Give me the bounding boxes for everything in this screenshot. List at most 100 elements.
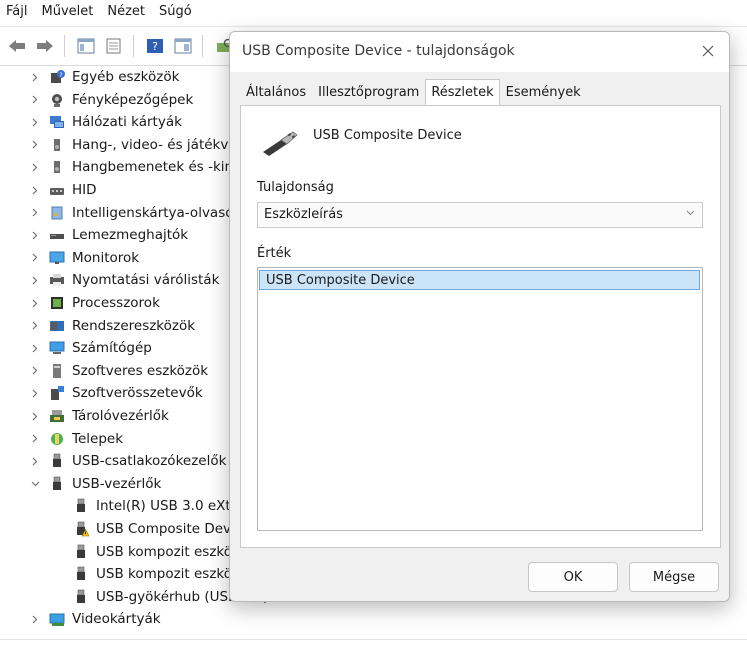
chevron-right-icon[interactable] <box>30 405 40 427</box>
tree-item-label: USB Composite Devi <box>96 521 235 537</box>
tree-child-item[interactable]: Intel(R) USB 3.0 eXter <box>72 495 245 517</box>
tab-driver[interactable]: Illesztőprogram <box>312 81 425 105</box>
tree-item-label: Hálózati kártyák <box>72 114 182 131</box>
tree-item-label: Egyéb eszközök <box>72 69 180 85</box>
tree-category-item[interactable]: Intelligenskártya-olvasó <box>32 202 234 224</box>
chevron-right-icon[interactable] <box>30 428 40 450</box>
tree-item-label: Szoftverösszetevők <box>72 385 203 402</box>
hid-icon <box>48 181 66 199</box>
tree-category-item[interactable]: Hang-, video- és játékve <box>32 134 237 156</box>
usb-icon <box>72 497 90 515</box>
menu-view[interactable]: Nézet <box>101 0 153 24</box>
tree-item-label: Nyomtatási várólisták <box>72 272 220 289</box>
usb-warning-icon <box>72 520 90 538</box>
tree-category-item[interactable]: Tárolóvezérlők <box>32 405 169 427</box>
tree-category-item[interactable]: Hangbemenetek és -kim <box>32 156 238 178</box>
tree-child-item[interactable]: USB kompozit eszköz <box>72 541 239 563</box>
dialog-title: USB Composite Device - tulajdonságok <box>242 43 515 59</box>
tree-item-label: Processzorok <box>72 295 160 311</box>
close-icon[interactable] <box>697 40 719 62</box>
chevron-right-icon[interactable] <box>30 156 40 178</box>
computer-icon <box>48 339 66 357</box>
tree-category-item[interactable]: HID <box>32 179 97 201</box>
chevron-right-icon[interactable] <box>30 360 40 382</box>
value-listbox[interactable]: USB Composite Device <box>257 267 703 531</box>
tree-category-item[interactable]: Szoftveres eszközök <box>32 360 208 382</box>
battery-icon <box>48 430 66 448</box>
tab-details[interactable]: Részletek <box>425 79 500 106</box>
help-icon[interactable]: ? <box>144 35 166 57</box>
menu-action[interactable]: Művelet <box>35 0 101 24</box>
tree-child-item[interactable]: USB kompozit eszköz <box>72 563 239 585</box>
tree-category-item[interactable]: Lemezmeghajtók <box>32 224 189 246</box>
tree-category-item[interactable]: Processzorok <box>32 292 160 314</box>
tree-category-item[interactable]: Fényképezőgépek <box>32 89 193 111</box>
back-arrow-icon[interactable] <box>6 35 28 57</box>
tree-category-item[interactable]: Hálózati kártyák <box>32 111 182 133</box>
chevron-right-icon[interactable] <box>30 134 40 156</box>
chevron-right-icon[interactable] <box>30 608 40 630</box>
disk-drive-icon <box>48 226 66 244</box>
menu-bar: Fájl Művelet Nézet Súgó <box>0 0 747 24</box>
device-name: USB Composite Device <box>313 128 462 143</box>
chevron-right-icon[interactable] <box>30 315 40 337</box>
tree-category-item[interactable]: Telepek <box>32 428 124 450</box>
tab-events[interactable]: Események <box>500 81 587 105</box>
display-adapter-icon <box>48 610 66 628</box>
menu-file[interactable]: Fájl <box>0 0 35 24</box>
tree-child-item[interactable]: USB Composite Devi <box>72 518 235 540</box>
storage-controller-icon <box>48 407 66 425</box>
usb-plug-icon <box>259 126 299 158</box>
tree-item-label: Tárolóvezérlők <box>72 408 169 424</box>
chevron-right-icon[interactable] <box>30 89 40 111</box>
property-dropdown[interactable]: Eszközleírás <box>257 202 703 228</box>
software-component-icon <box>48 384 66 402</box>
chevron-right-icon[interactable] <box>30 111 40 133</box>
list-item-text: USB Composite Device <box>266 273 415 288</box>
tree-item-label: Intel(R) USB 3.0 eXter <box>96 498 245 515</box>
ok-button[interactable]: OK <box>528 562 618 592</box>
tree-category-item[interactable]: USB-csatlakozókezelők <box>32 450 226 472</box>
chevron-right-icon[interactable] <box>30 66 40 88</box>
chevron-right-icon[interactable] <box>30 202 40 224</box>
speaker-icon <box>48 158 66 176</box>
smartcard-reader-icon <box>48 204 66 222</box>
chevron-right-icon[interactable] <box>30 269 40 291</box>
tree-category-item[interactable]: Rendszereszközök <box>32 315 195 337</box>
tree-item-label: Lemezmeghajtók <box>72 227 189 244</box>
chevron-down-icon[interactable] <box>30 473 40 495</box>
tree-category-item[interactable]: Szoftverösszetevők <box>32 382 203 404</box>
chevron-right-icon[interactable] <box>30 337 40 359</box>
chevron-right-icon[interactable] <box>30 292 40 314</box>
tree-category-item[interactable]: USB-vezérlők <box>31 473 162 495</box>
value-label: Érték <box>257 246 292 261</box>
chevron-right-icon[interactable] <box>30 247 40 269</box>
chevron-right-icon[interactable] <box>30 382 40 404</box>
toolbar-separator <box>202 35 203 57</box>
tree-category-item[interactable]: ? Egyéb eszközök <box>32 66 180 88</box>
forward-arrow-icon[interactable] <box>34 35 56 57</box>
menu-help[interactable]: Súgó <box>153 0 200 24</box>
show-hide-pane-icon[interactable] <box>172 35 194 57</box>
list-item[interactable]: USB Composite Device <box>259 270 700 290</box>
property-label: Tulajdonság <box>257 180 334 195</box>
tree-category-item[interactable]: Nyomtatási várólisták <box>32 269 220 291</box>
tree-item-label: USB-vezérlők <box>72 475 162 492</box>
toolbar-separator <box>64 35 65 57</box>
tree-category-item[interactable]: Monitorok <box>32 247 140 269</box>
console-tree-icon[interactable] <box>75 35 97 57</box>
usb-icon <box>48 452 66 470</box>
tree-category-item[interactable]: Videokártyák <box>32 608 161 630</box>
camera-icon <box>48 91 66 109</box>
cancel-button[interactable]: Mégse <box>629 562 719 592</box>
tree-item-label: Telepek <box>72 430 124 447</box>
chevron-right-icon[interactable] <box>30 224 40 246</box>
tree-category-item[interactable]: Számítógép <box>32 337 152 359</box>
properties-sheet-icon[interactable] <box>103 35 125 57</box>
chevron-right-icon[interactable] <box>30 179 40 201</box>
status-divider <box>0 639 747 640</box>
tree-item-label: Monitorok <box>72 249 140 266</box>
chevron-right-icon[interactable] <box>30 450 40 472</box>
tab-general[interactable]: Általános <box>240 81 312 105</box>
printer-icon <box>48 271 66 289</box>
